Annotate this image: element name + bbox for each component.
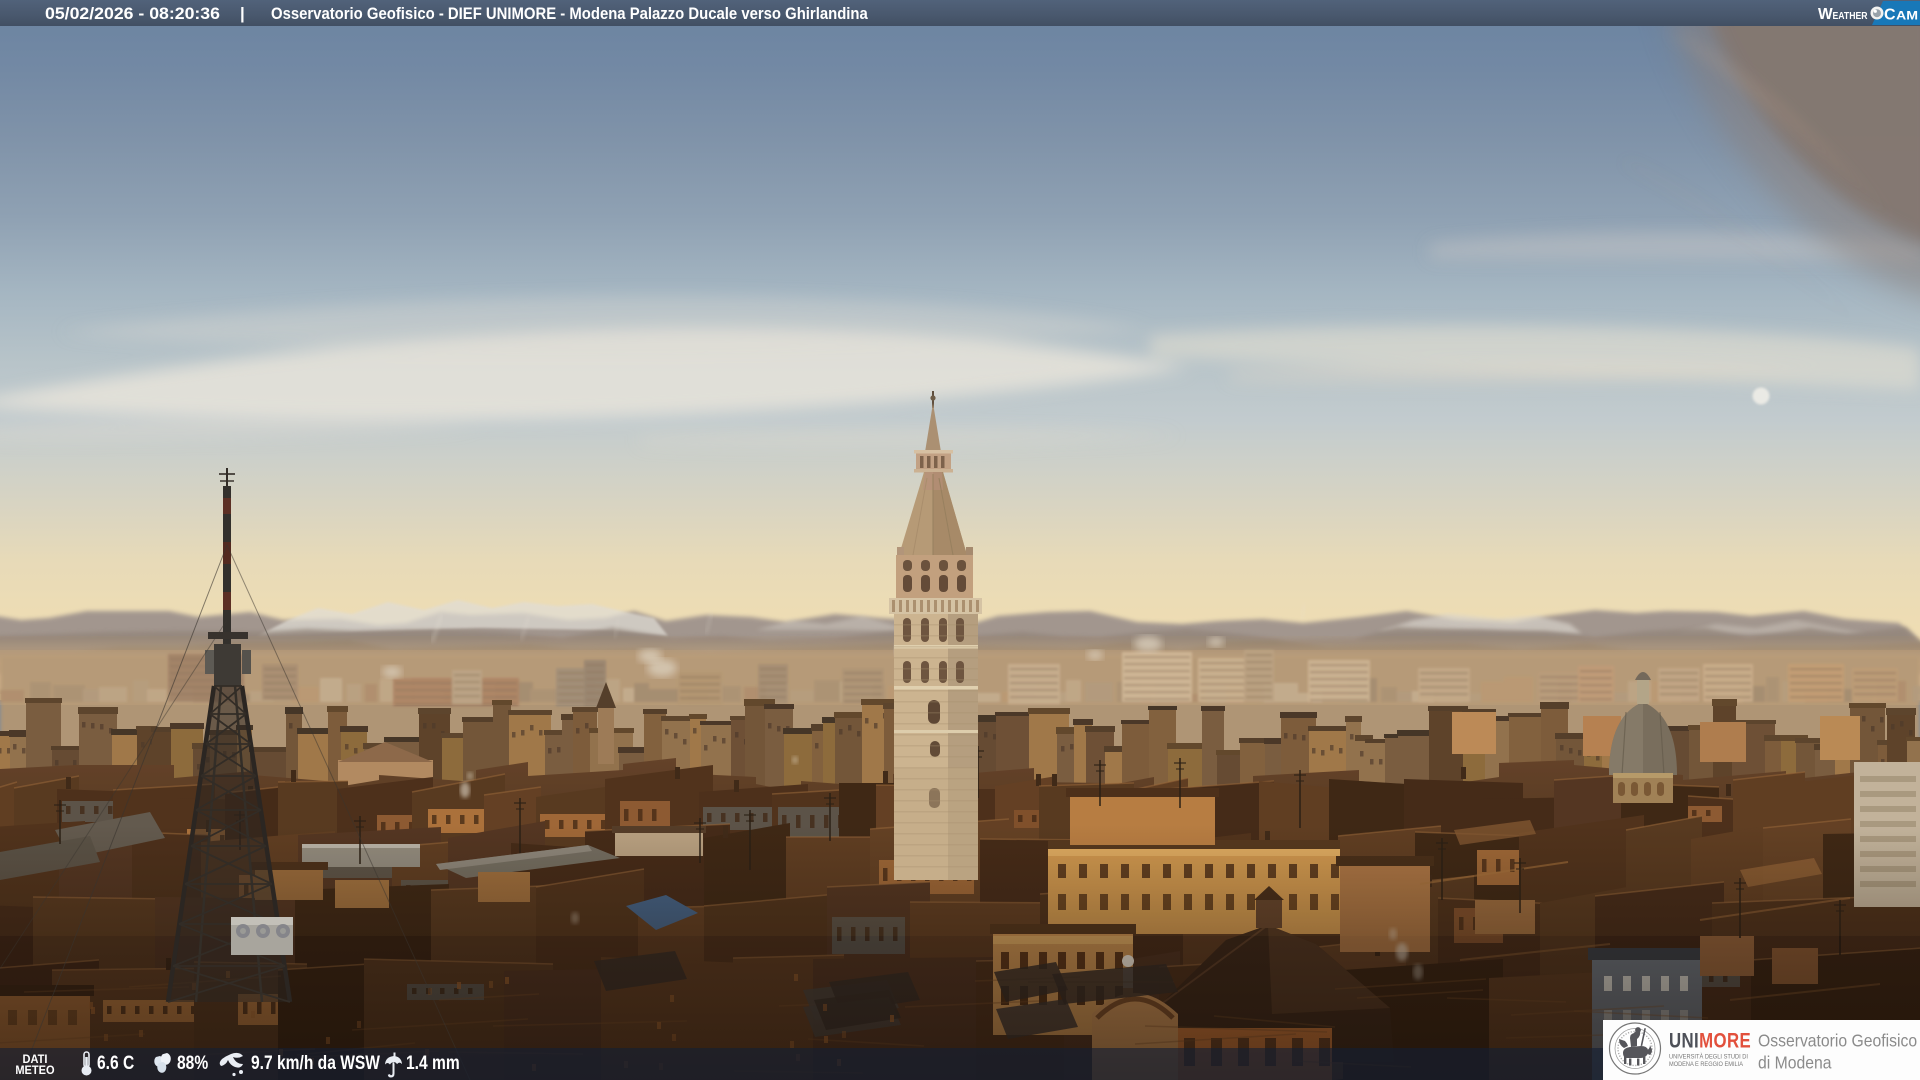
svg-text:C: C xyxy=(1884,7,1896,24)
svg-text:di Modena: di Modena xyxy=(1758,1053,1832,1073)
svg-text:EATHER: EATHER xyxy=(1833,10,1868,22)
svg-text:Osservatorio Geofisico: Osservatorio Geofisico xyxy=(1758,1031,1917,1051)
svg-text:MODENA E REGGIO EMILIA: MODENA E REGGIO EMILIA xyxy=(1669,1061,1743,1068)
svg-text:AM: AM xyxy=(1896,9,1918,23)
svg-text:UNIMORE: UNIMORE xyxy=(1669,1030,1751,1053)
svg-text:W: W xyxy=(1818,6,1833,23)
svg-text:UNIVERSITÀ DEGLI STUDI DI: UNIVERSITÀ DEGLI STUDI DI xyxy=(1669,1052,1748,1061)
